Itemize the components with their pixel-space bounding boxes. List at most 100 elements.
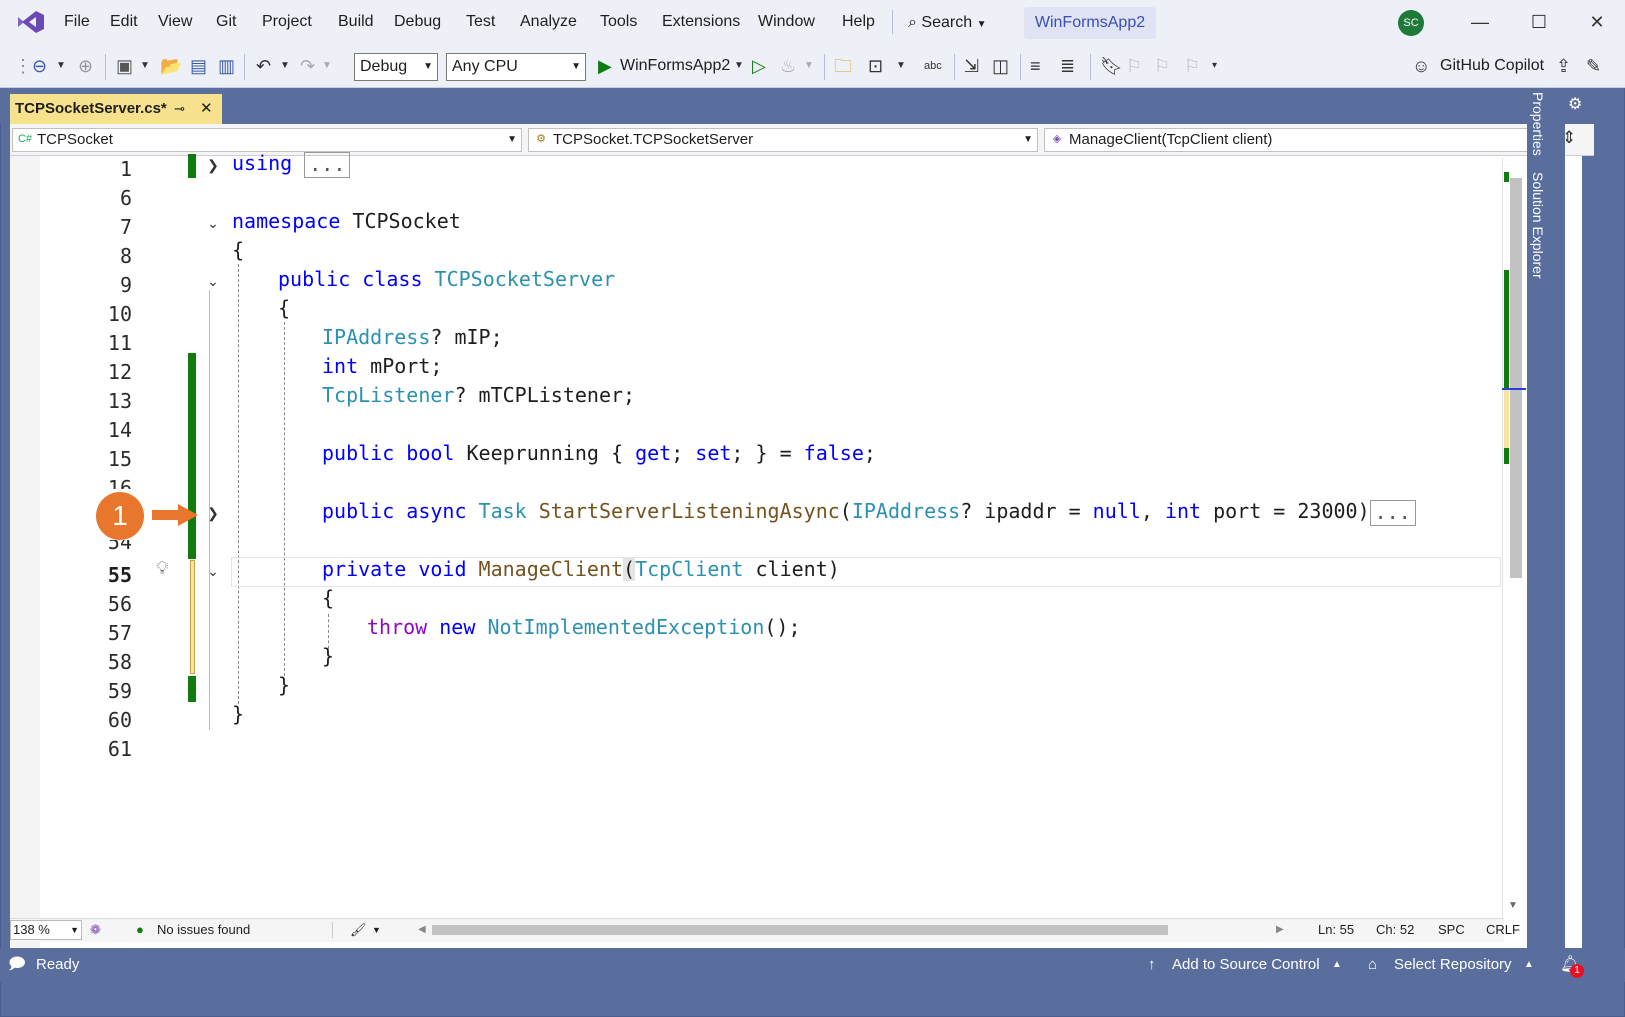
properties-tab[interactable]: Properties: [1530, 92, 1546, 156]
zoom-select[interactable]: 138 % ▼: [10, 920, 82, 940]
start-debugging-icon[interactable]: ▶: [598, 54, 612, 78]
scroll-right-icon[interactable]: ▶: [1276, 919, 1284, 941]
type-dropdown[interactable]: ⚙ TCPSocket.TCPSocketServer ▼: [528, 128, 1038, 152]
menu-tools[interactable]: Tools: [592, 0, 645, 44]
navigate-back-icon[interactable]: ⊖: [32, 54, 47, 78]
menu-view[interactable]: View: [150, 0, 200, 44]
next-bookmark-icon[interactable]: ⚐: [1154, 54, 1170, 78]
menu-build[interactable]: Build: [330, 0, 382, 44]
copilot-icon[interactable]: ☺: [1412, 54, 1430, 78]
undo-icon[interactable]: ↶: [256, 54, 271, 78]
collapse-outline-icon[interactable]: ⌄: [205, 215, 221, 231]
step-into-icon[interactable]: ⇲: [964, 54, 979, 78]
outdent-icon[interactable]: ≣: [1060, 54, 1075, 78]
avatar[interactable]: SC: [1398, 10, 1424, 36]
navigate-forward-icon[interactable]: ⊕: [78, 54, 93, 78]
indent-icon[interactable]: ≡: [1030, 54, 1041, 78]
solution-name-badge[interactable]: WinFormsApp2: [1024, 7, 1156, 39]
menu-window[interactable]: Window: [750, 0, 823, 44]
collapsed-region-box[interactable]: ...: [1369, 499, 1416, 526]
issues-status[interactable]: No issues found: [157, 919, 250, 941]
pane-icon[interactable]: ◫: [992, 54, 1009, 78]
collapse-outline-icon[interactable]: ⌄: [205, 273, 221, 289]
menu-project[interactable]: Project: [254, 0, 320, 44]
menu-edit[interactable]: Edit: [102, 0, 146, 44]
toolbar-overflow-icon[interactable]: ▾: [1212, 54, 1217, 78]
close-window-button[interactable]: ✕: [1572, 0, 1622, 44]
tab-tcpsocketserver[interactable]: TCPSocketServer.cs* ⊸ ✕: [10, 94, 222, 124]
new-project-icon[interactable]: ▣: [116, 54, 133, 78]
save-all-icon[interactable]: ▥: [218, 54, 235, 78]
prev-bookmark-icon[interactable]: ⚐: [1126, 54, 1142, 78]
visual-studio-logo-icon: [18, 11, 44, 33]
notification-output-icon[interactable]: 🗩︎: [8, 948, 26, 982]
menu-git[interactable]: Git: [208, 0, 244, 44]
menu-file[interactable]: File: [56, 0, 98, 44]
type-name: IPAddress: [322, 325, 431, 349]
select-repository-button[interactable]: Select Repository: [1394, 948, 1512, 982]
hot-reload-icon[interactable]: ♨: [780, 54, 796, 78]
scroll-marker: [1504, 390, 1509, 448]
toolbar-separator: [1020, 54, 1021, 80]
folder-search-icon[interactable]: 🗀: [834, 54, 852, 78]
close-tab-icon[interactable]: ✕: [200, 94, 213, 124]
chevron-down-icon[interactable]: ▼: [322, 54, 332, 78]
save-icon[interactable]: ▤: [190, 54, 207, 78]
chevron-down-icon[interactable]: ▼: [56, 54, 66, 78]
horizontal-scrollbar-thumb[interactable]: [432, 925, 1168, 935]
chevron-down-icon[interactable]: ▼: [372, 919, 381, 941]
add-to-source-control-button[interactable]: Add to Source Control: [1172, 948, 1320, 982]
feedback-icon[interactable]: ✎: [1586, 54, 1601, 78]
solution-explorer-tab[interactable]: Solution Explorer: [1530, 172, 1546, 279]
column-indicator[interactable]: Ch: 52: [1376, 919, 1414, 941]
search-box[interactable]: ⌕ Search ▼: [908, 10, 986, 36]
menu-help[interactable]: Help: [834, 0, 883, 44]
line-indicator[interactable]: Ln: 55: [1318, 919, 1354, 941]
keyword: null: [1092, 499, 1141, 523]
github-copilot-label[interactable]: GitHub Copilot: [1440, 54, 1544, 78]
project-value: TCPSocket: [37, 131, 113, 148]
code-text: ; } =: [731, 441, 804, 465]
pin-icon[interactable]: ⊸: [174, 94, 185, 124]
redo-icon[interactable]: ↷: [300, 54, 315, 78]
menu-debug[interactable]: Debug: [386, 0, 449, 44]
solution-configuration-select[interactable]: Debug ▼: [354, 53, 438, 81]
share-icon[interactable]: ⇪: [1556, 54, 1571, 78]
chevron-down-icon[interactable]: ▼: [140, 54, 150, 78]
clear-bookmarks-icon[interactable]: ⚐: [1184, 54, 1200, 78]
chevron-down-icon[interactable]: ▼: [734, 54, 744, 78]
code-line-1: using ...: [232, 148, 351, 178]
editor-margin: [10, 156, 40, 952]
minimize-button[interactable]: —: [1455, 0, 1505, 44]
collapsed-region-box[interactable]: ...: [304, 151, 351, 178]
settings-icon[interactable]: ⚙: [1568, 94, 1582, 114]
expand-outline-icon[interactable]: ❯: [205, 505, 221, 521]
bookmark-icon[interactable]: 🔖︎: [1100, 54, 1123, 78]
line-number: 7: [119, 215, 132, 239]
member-dropdown[interactable]: ◈ManageClient(TcpClient client)▼: [1044, 128, 1554, 152]
open-file-icon[interactable]: 📂: [160, 54, 182, 78]
expand-outline-icon[interactable]: ❯: [205, 157, 221, 173]
browser-link-icon[interactable]: ⊡: [868, 54, 883, 78]
start-without-debugging-icon[interactable]: ▷: [752, 54, 766, 78]
chevron-down-icon[interactable]: ▼: [896, 54, 906, 78]
menu-analyze[interactable]: Analyze: [512, 0, 585, 44]
chevron-down-icon[interactable]: ▼: [280, 54, 290, 78]
scrollbar-thumb[interactable]: [1510, 178, 1522, 578]
chevron-down-icon[interactable]: ▼: [804, 54, 814, 78]
whitespace-indicator[interactable]: SPC: [1438, 919, 1465, 941]
scroll-left-icon[interactable]: ◀: [418, 919, 426, 941]
maximize-button[interactable]: ☐: [1514, 0, 1564, 44]
scroll-down-icon[interactable]: ▼: [1508, 900, 1518, 911]
line-ending-indicator[interactable]: CRLF: [1486, 919, 1520, 941]
code-cleanup-icon[interactable]: 🖌︎: [350, 919, 367, 941]
lightbulb-icon[interactable]: 💡︎: [156, 558, 169, 579]
collapse-outline-icon[interactable]: ⌄: [205, 563, 221, 579]
solution-platform-select[interactable]: Any CPU ▼: [446, 53, 586, 81]
spell-check-icon[interactable]: abc: [924, 54, 942, 78]
line-number: 13: [107, 389, 132, 413]
menu-extensions[interactable]: Extensions: [654, 0, 748, 44]
menu-test[interactable]: Test: [458, 0, 503, 44]
run-target-label[interactable]: WinFormsApp2: [620, 54, 730, 78]
intellicode-icon[interactable]: ❁: [90, 919, 101, 941]
